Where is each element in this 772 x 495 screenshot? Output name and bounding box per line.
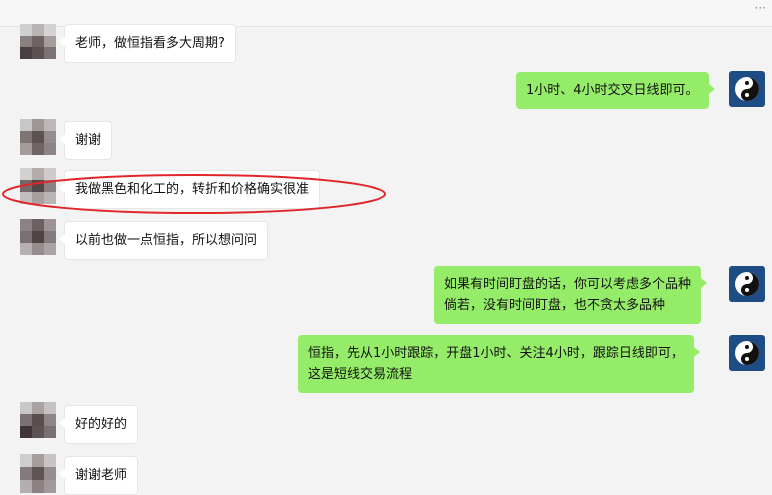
self-avatar[interactable]	[729, 71, 765, 107]
yin-yang-icon	[735, 341, 759, 365]
message-bubble[interactable]: 谢谢	[58, 121, 113, 160]
message-bubble[interactable]: 老师，做恒指看多大周期?	[59, 24, 236, 63]
more-options-button[interactable]: ···	[755, 2, 766, 14]
yin-yang-icon	[735, 272, 759, 296]
message-bubble[interactable]: 1小时、4小时交叉日线即可。	[516, 72, 715, 109]
message-bubble[interactable]: 以前也做一点恒指，所以想问问	[58, 221, 269, 260]
message-bubble[interactable]: 恒指，先从1小时跟踪，开盘1小时、关注4小时，跟踪日线即可， 这是短线交易流程	[298, 335, 700, 393]
message-text-line: 如果有时间盯盘的话，你可以考虑多个品种	[444, 277, 692, 292]
message-text: 谢谢老师	[75, 468, 128, 483]
message-bubble[interactable]: 我做黑色和化工的，转折和价格确实很准	[58, 170, 321, 209]
user-avatar[interactable]	[20, 119, 56, 155]
message-text-line: 恒指，先从1小时跟踪，开盘1小时、关注4小时，跟踪日线即可，	[308, 346, 684, 361]
user-avatar[interactable]	[20, 454, 56, 493]
message-text: 谢谢	[75, 133, 102, 148]
message-text: 以前也做一点恒指，所以想问问	[75, 233, 258, 248]
user-avatar[interactable]	[20, 168, 56, 204]
message-text: 1小时、4小时交叉日线即可。	[526, 83, 699, 98]
message-text-line: 倘若，没有时间盯盘，也不贪太多品种	[444, 298, 666, 313]
chat-top-bar: ···	[0, 0, 772, 27]
message-text: 老师，做恒指看多大周期?	[75, 36, 225, 51]
message-bubble[interactable]: 如果有时间盯盘的话，你可以考虑多个品种 倘若，没有时间盯盘，也不贪太多品种	[434, 266, 708, 324]
message-bubble[interactable]: 好的好的	[58, 405, 139, 444]
user-avatar[interactable]	[20, 24, 56, 59]
message-text: 我做黑色和化工的，转折和价格确实很准	[75, 182, 310, 197]
user-avatar[interactable]	[20, 402, 56, 438]
user-avatar[interactable]	[20, 219, 56, 255]
message-text: 好的好的	[75, 417, 128, 432]
self-avatar[interactable]	[729, 335, 765, 371]
message-text-line: 这是短线交易流程	[308, 367, 413, 382]
self-avatar[interactable]	[729, 266, 765, 302]
message-bubble[interactable]: 谢谢老师	[58, 456, 139, 495]
yin-yang-icon	[735, 77, 759, 101]
